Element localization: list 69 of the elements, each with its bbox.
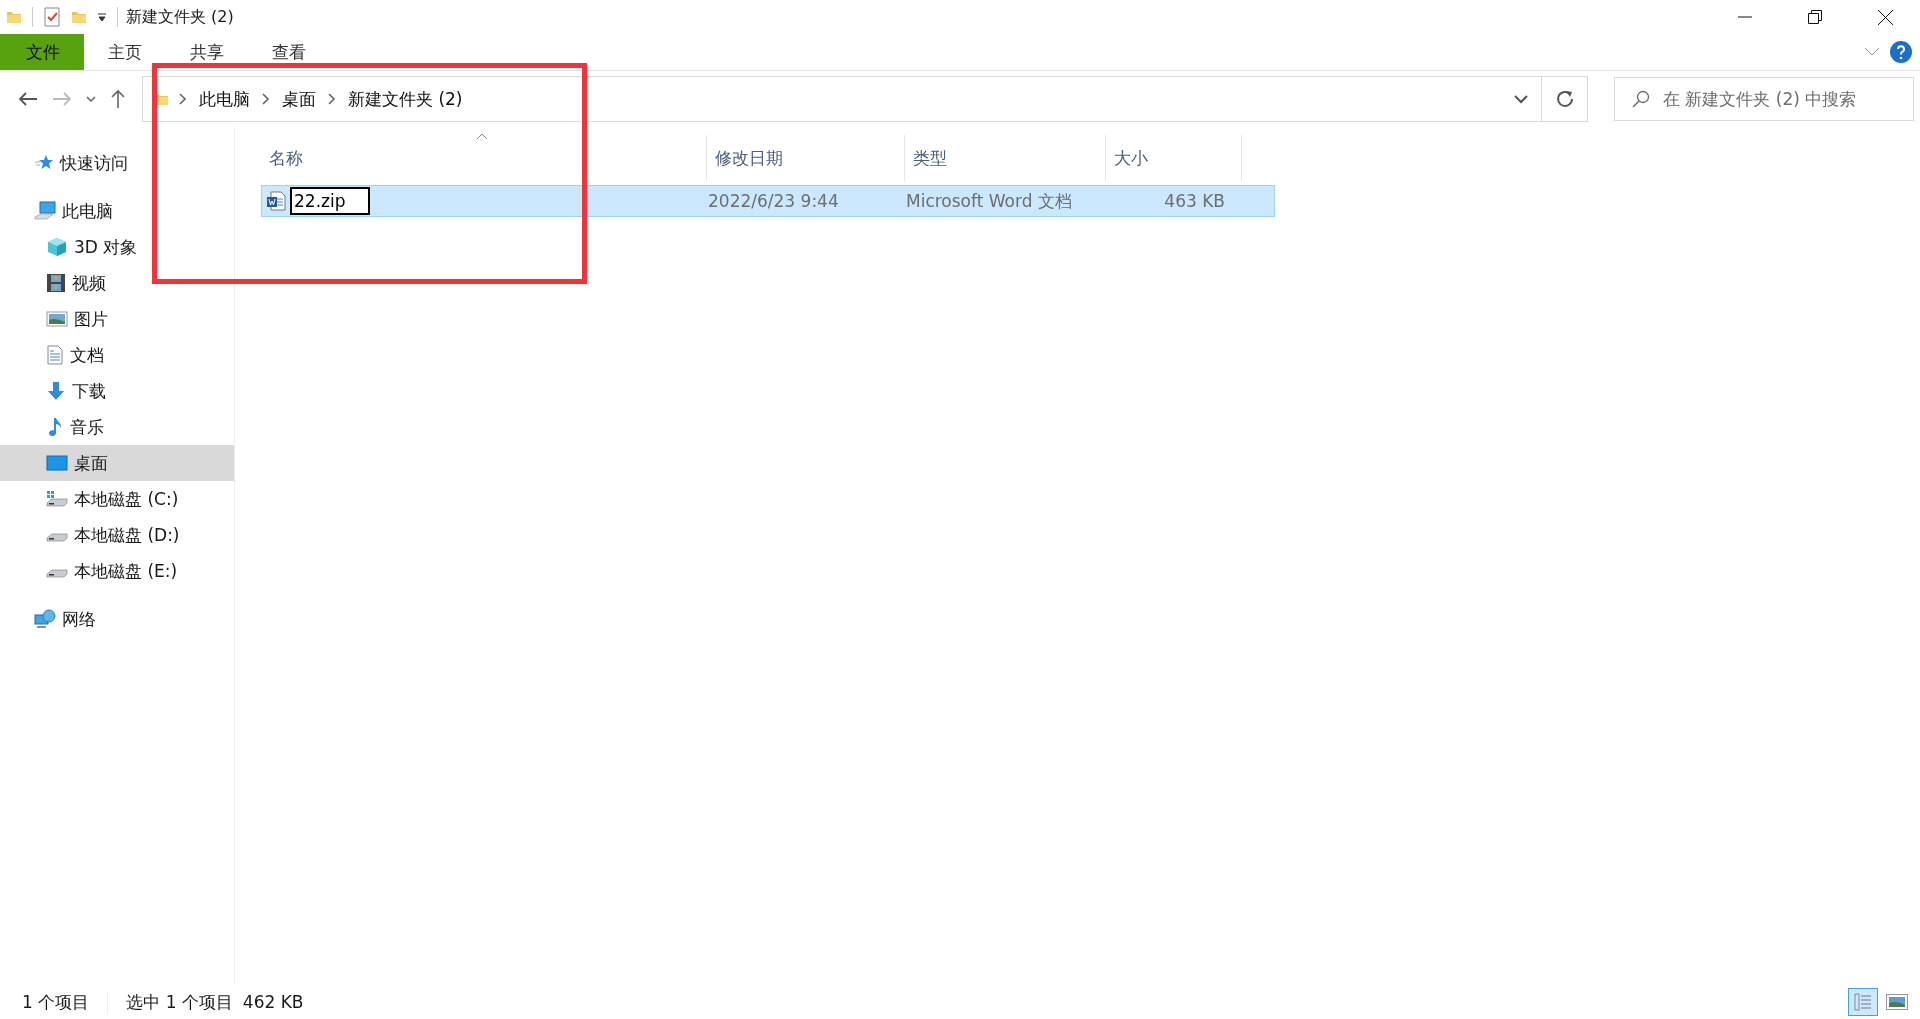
film-icon: [46, 273, 66, 293]
search-field[interactable]: 在 新建文件夹 (2) 中搜索: [1614, 77, 1914, 121]
ribbon-tab[interactable]: 共享: [166, 34, 248, 70]
type-cell-text: Microsoft Word 文档: [905, 189, 1073, 213]
chevron-right-icon[interactable]: [328, 93, 336, 105]
window-title: 新建文件夹 (2): [126, 6, 234, 28]
drive-icon: [46, 568, 68, 578]
cube-icon: [46, 237, 68, 257]
nav-item[interactable]: 文档: [0, 337, 234, 373]
system-drive-icon: [46, 490, 68, 508]
item-count: 1 个项目: [22, 990, 109, 1014]
drive-icon: [46, 532, 68, 542]
restore-icon: [1808, 10, 1822, 24]
desktop-icon: [46, 455, 68, 471]
network-icon: [34, 609, 56, 629]
ribbon-tab[interactable]: 主页: [84, 34, 166, 70]
file-tab[interactable]: 文件: [0, 34, 84, 70]
checklist-icon[interactable]: [43, 7, 61, 27]
nav-item[interactable]: 3D 对象: [0, 229, 234, 265]
column-header[interactable]: 修改日期: [707, 135, 905, 181]
nav-item[interactable]: 图片: [0, 301, 234, 337]
close-icon: [1877, 9, 1893, 25]
nav-item[interactable]: 音乐: [0, 409, 234, 445]
selection-count: 选中 1 个项目: [126, 990, 233, 1014]
nav-item[interactable]: 下载: [0, 373, 234, 409]
selection-size: 462 KB: [242, 992, 304, 1012]
chevron-down-icon: [86, 95, 96, 103]
music-note-icon: [46, 417, 64, 437]
column-header[interactable]: 名称: [261, 135, 707, 181]
column-header[interactable]: 类型: [905, 135, 1106, 181]
file-row[interactable]: 22.zip 2022/6/23 9:44 Microsoft Word 文档 463 KB: [261, 185, 1275, 217]
computer-icon: [34, 201, 56, 221]
chevron-down-icon: [1514, 94, 1528, 104]
address-bar[interactable]: 此电脑 桌面 新建文件夹 (2): [142, 76, 1588, 122]
new-folder-icon: [71, 9, 87, 25]
breadcrumb[interactable]: 新建文件夹 (2): [346, 87, 465, 111]
folder-icon: [6, 9, 22, 25]
forward-arrow-icon: [52, 91, 72, 107]
chevron-right-icon[interactable]: [179, 93, 187, 105]
minimize-icon: [1738, 16, 1752, 18]
nav-item[interactable]: 桌面: [0, 445, 234, 481]
word-document-icon: [266, 191, 286, 211]
document-icon: [46, 345, 64, 365]
up-arrow-icon: [110, 89, 126, 109]
help-icon[interactable]: [1890, 41, 1912, 63]
nav-item[interactable]: 此电脑: [0, 193, 234, 229]
size-cell-text: 463 KB: [1163, 191, 1226, 211]
image-icon: [1886, 994, 1908, 1010]
nav-item[interactable]: 快速访问: [0, 145, 234, 181]
back-arrow-icon: [18, 91, 38, 107]
nav-item[interactable]: 视频: [0, 265, 234, 301]
breadcrumb[interactable]: 桌面: [280, 87, 318, 111]
nav-item[interactable]: 本地磁盘 (C:): [0, 481, 234, 517]
breadcrumb[interactable]: 此电脑: [197, 87, 252, 111]
ribbon-tab[interactable]: 查看: [248, 34, 330, 70]
down-arrow-icon: [46, 381, 66, 401]
search-icon: [1632, 90, 1650, 108]
date-cell-text: 2022/6/23 9:44: [707, 191, 840, 211]
refresh-icon: [1555, 90, 1574, 108]
chevron-right-icon[interactable]: [262, 93, 270, 105]
list-icon: [1853, 992, 1873, 1012]
column-header[interactable]: 大小: [1106, 135, 1242, 181]
dropdown-icon[interactable]: [97, 12, 107, 22]
chevron-down-icon[interactable]: [1864, 47, 1880, 57]
image-icon: [46, 311, 68, 327]
nav-item[interactable]: 本地磁盘 (D:): [0, 517, 234, 553]
nav-item[interactable]: 本地磁盘 (E:): [0, 553, 234, 589]
nav-item[interactable]: 网络: [0, 601, 234, 637]
rename-field[interactable]: 22.zip: [290, 187, 370, 215]
